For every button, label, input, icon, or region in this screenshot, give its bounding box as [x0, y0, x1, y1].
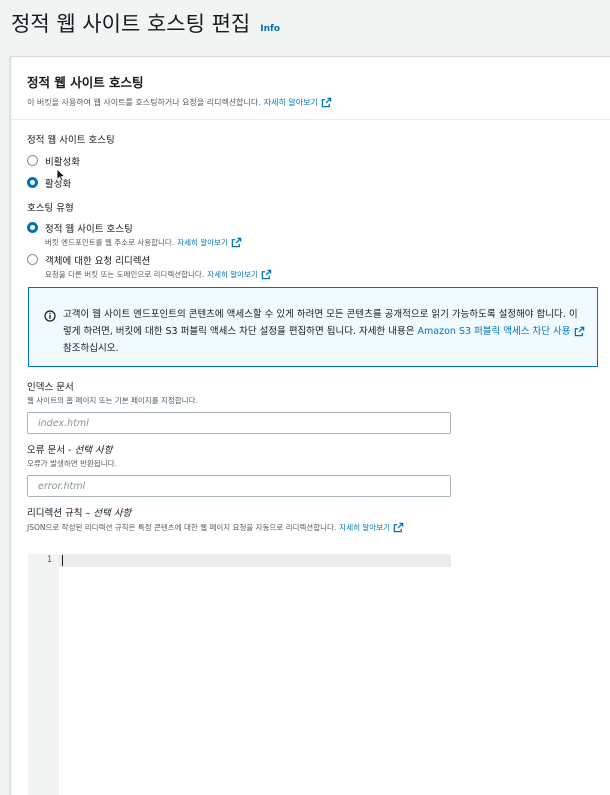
- redirection-learn-more-link[interactable]: 자세히 알아보기: [339, 522, 390, 533]
- hosting-toggle-label: 정적 웹 사이트 호스팅: [27, 135, 115, 146]
- radio-enable-control[interactable]: [27, 177, 38, 188]
- radio-host-static-label: 정적 웹 사이트 호스팅: [45, 224, 133, 235]
- radio-redirect-requests-label: 객체에 대한 요청 리디렉션: [45, 256, 151, 267]
- alert-text-part-2: 참조하십시오.: [63, 343, 119, 354]
- radio-disable-label: 비활성화: [45, 157, 80, 168]
- page-title: 정적 웹 사이트 호스팅 편집 Info: [11, 8, 280, 38]
- radio-disable[interactable]: 비활성화: [27, 154, 115, 168]
- panel-header: 정적 웹 사이트 호스팅 이 버킷을 사용하여 웹 사이트를 호스팅하거나 요청…: [11, 57, 610, 120]
- error-document-group: 오류 문서 - 선택 사항 오류가 발생하면 반환됩니다.: [27, 442, 451, 497]
- editor-line-number: 1: [46, 555, 52, 565]
- error-document-optional: 선택 사항: [74, 445, 113, 456]
- radio-host-static-description-text: 버킷 엔드포인트를 웹 주소로 사용합니다.: [45, 238, 175, 247]
- radio-redirect-requests-control[interactable]: [27, 254, 38, 265]
- redirection-rules-group: 리디렉션 규칙 – 선택 사항 JSON으로 작성된 리디렉션 규칙은 특정 콘…: [27, 505, 404, 533]
- radio-disable-control[interactable]: [27, 155, 38, 166]
- external-link-icon: [574, 326, 585, 337]
- radio-host-static-description: 버킷 엔드포인트를 웹 주소로 사용합니다. 자세히 알아보기: [45, 237, 242, 248]
- public-access-info-alert: 고객이 웹 사이트 엔드포인트의 콘텐츠에 액세스할 수 있게 하려면 모든 콘…: [28, 287, 598, 367]
- editor-text-cursor: [62, 555, 63, 566]
- index-document-description: 웹 사이트의 홈 페이지 또는 기본 페이지를 지정합니다.: [27, 396, 198, 405]
- radio-redirect-requests[interactable]: 객체에 대한 요청 리디렉션 요청을 다른 버킷 또는 도메인으로 리디렉션합니…: [27, 253, 272, 280]
- info-link[interactable]: Info: [260, 24, 280, 34]
- error-document-label-text: 오류 문서 -: [27, 445, 75, 456]
- index-document-input[interactable]: [27, 412, 451, 434]
- redirection-rules-optional: 선택 사항: [93, 508, 132, 519]
- error-document-description: 오류가 발생하면 반환됩니다.: [27, 459, 117, 468]
- error-document-input[interactable]: [27, 475, 451, 497]
- page-title-text: 정적 웹 사이트 호스팅 편집: [11, 12, 251, 36]
- radio-redirect-requests-description: 요청을 다른 버킷 또는 도메인으로 리디렉션합니다. 자세히 알아보기: [45, 269, 272, 280]
- panel-title: 정적 웹 사이트 호스팅: [27, 75, 144, 90]
- external-link-icon: [231, 237, 242, 248]
- block-public-access-link[interactable]: Amazon S3 퍼블릭 액세스 차단 사용: [418, 326, 571, 337]
- redirect-learn-more-link[interactable]: 자세히 알아보기: [207, 269, 258, 280]
- redirection-rules-description-text: JSON으로 작성된 리디렉션 규칙은 특정 콘텐츠에 대한 웹 페이지 요청을…: [27, 523, 337, 532]
- hosting-toggle-group: 정적 웹 사이트 호스팅 비활성화 활성화: [27, 132, 115, 190]
- index-document-group: 인덱스 문서 웹 사이트의 홈 페이지 또는 기본 페이지를 지정합니다.: [27, 379, 451, 434]
- radio-enable-label: 활성화: [45, 179, 72, 190]
- external-link-icon: [393, 522, 404, 533]
- editor-active-line[interactable]: [59, 554, 451, 567]
- external-link-icon: [321, 97, 332, 108]
- error-document-label: 오류 문서 - 선택 사항: [27, 442, 451, 456]
- redirection-rules-label-text: 리디렉션 규칙 –: [27, 508, 94, 519]
- index-document-label: 인덱스 문서: [27, 382, 74, 393]
- redirection-rules-description: JSON으로 작성된 리디렉션 규칙은 특정 콘텐츠에 대한 웹 페이지 요청을…: [27, 522, 404, 533]
- redirection-rules-label: 리디렉션 규칙 – 선택 사항: [27, 505, 404, 519]
- redirection-rules-editor[interactable]: 1: [28, 554, 451, 795]
- host-static-learn-more-link[interactable]: 자세히 알아보기: [177, 237, 228, 248]
- editor-gutter: 1: [28, 554, 59, 795]
- radio-host-static-control[interactable]: [27, 222, 38, 233]
- radio-redirect-requests-description-text: 요청을 다른 버킷 또는 도메인으로 리디렉션합니다.: [45, 270, 205, 279]
- external-link-icon: [261, 269, 272, 280]
- panel-description-text: 이 버킷을 사용하여 웹 사이트를 호스팅하거나 요청을 리디렉션합니다.: [27, 98, 261, 107]
- panel-description: 이 버킷을 사용하여 웹 사이트를 호스팅하거나 요청을 리디렉션합니다. 자세…: [27, 97, 594, 108]
- learn-more-link[interactable]: 자세히 알아보기: [264, 97, 318, 108]
- hosting-type-group: 호스팅 유형 정적 웹 사이트 호스팅 버킷 엔드포인트를 웹 주소로 사용합니…: [27, 200, 272, 280]
- radio-enable[interactable]: 활성화: [27, 176, 115, 190]
- radio-host-static[interactable]: 정적 웹 사이트 호스팅 버킷 엔드포인트를 웹 주소로 사용합니다. 자세히 …: [27, 221, 272, 248]
- info-circle-icon: [44, 310, 56, 322]
- hosting-type-label: 호스팅 유형: [27, 203, 74, 214]
- static-website-hosting-panel: 정적 웹 사이트 호스팅 이 버킷을 사용하여 웹 사이트를 호스팅하거나 요청…: [10, 56, 610, 795]
